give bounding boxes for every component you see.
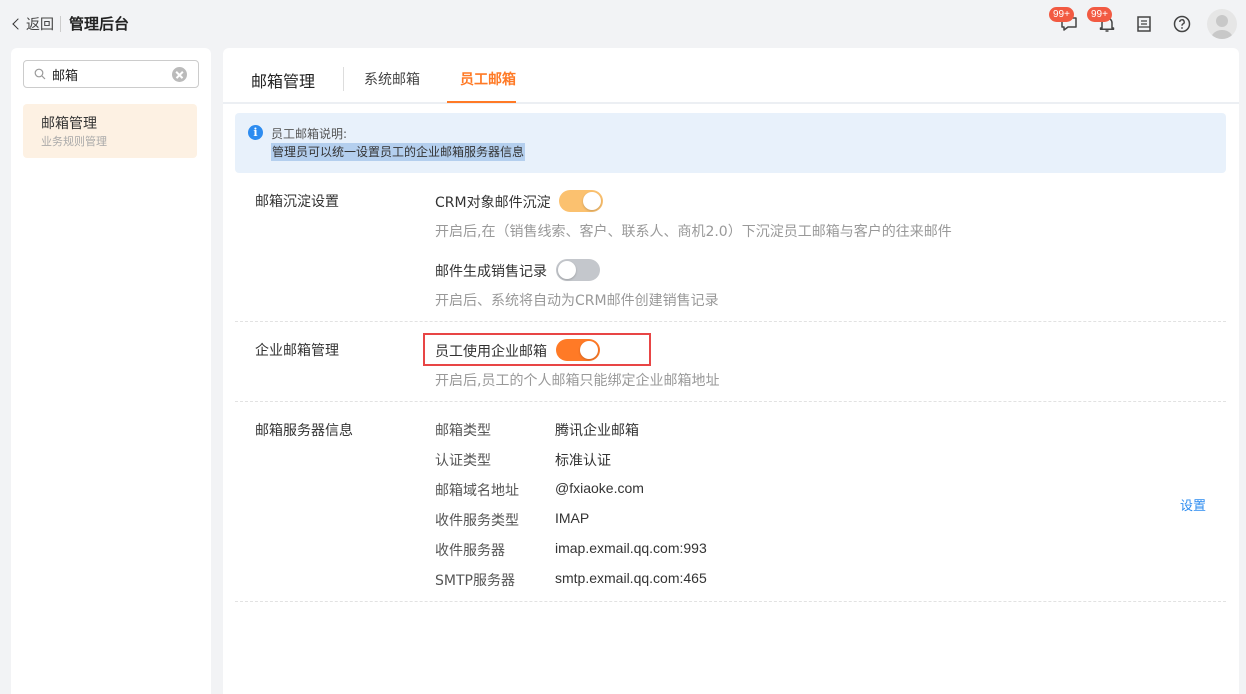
option-label-enterprise-mailbox: 员工使用企业邮箱 <box>435 344 547 360</box>
toggle-knob <box>583 192 601 210</box>
back-label: 返回 <box>26 17 54 33</box>
page-title: 管理后台 <box>69 15 130 33</box>
tab-employee-mailbox[interactable]: 员工邮箱 <box>460 69 516 89</box>
section-label-server: 邮箱服务器信息 <box>255 423 353 439</box>
back-button[interactable]: 返回 <box>10 14 54 34</box>
chat-badge: 99+ <box>1049 7 1074 22</box>
top-bar: 返回 管理后台 99+ 99+ <box>0 0 1246 48</box>
server-settings-link[interactable]: 设置 <box>1180 495 1206 514</box>
server-value-inbound-type: IMAP <box>555 510 590 526</box>
notice-title: 员工邮箱说明: <box>271 127 348 141</box>
server-value-type: 腾讯企业邮箱 <box>555 423 639 439</box>
server-value-auth: 标准认证 <box>555 453 611 469</box>
main-panel: 邮箱管理 系统邮箱 员工邮箱 i 员工邮箱说明: 管理员可以统一设置员工的企业邮… <box>223 48 1239 694</box>
tab-bar: 邮箱管理 系统邮箱 员工邮箱 <box>223 48 1239 104</box>
info-notice: i 员工邮箱说明: 管理员可以统一设置员工的企业邮箱服务器信息 <box>235 113 1226 173</box>
header-divider <box>60 16 61 32</box>
section-divider <box>235 601 1226 602</box>
tab-divider <box>343 67 344 91</box>
info-icon: i <box>248 125 263 140</box>
enterprise-mailbox-toggle[interactable] <box>556 339 600 361</box>
sidebar: 邮箱管理 业务规则管理 <box>11 48 211 694</box>
search-icon <box>34 68 46 80</box>
option-label-crm-sync: CRM对象邮件沉淀 <box>435 195 551 211</box>
search-input[interactable] <box>52 65 172 83</box>
option-label-sales-record: 邮件生成销售记录 <box>435 264 547 280</box>
server-key-type: 邮箱类型 <box>435 423 491 439</box>
server-key-auth: 认证类型 <box>435 453 491 469</box>
server-key-smtp: SMTP服务器 <box>435 573 515 589</box>
avatar[interactable] <box>1207 9 1237 39</box>
bell-icon[interactable]: 99+ <box>1087 7 1117 34</box>
sidebar-item-label: 邮箱管理 <box>41 116 97 132</box>
chat-icon[interactable]: 99+ <box>1049 7 1079 34</box>
crm-sync-toggle[interactable] <box>559 190 603 212</box>
server-key-domain: 邮箱域名地址 <box>435 483 519 499</box>
sales-record-toggle[interactable] <box>556 259 600 281</box>
option-desc-enterprise-mailbox: 开启后,员工的个人邮箱只能绑定企业邮箱地址 <box>435 373 720 389</box>
toggle-knob <box>580 341 598 359</box>
clear-icon[interactable] <box>172 67 187 82</box>
toggle-knob <box>558 261 576 279</box>
option-desc-sales-record: 开启后、系统将自动为CRM邮件创建销售记录 <box>435 293 719 309</box>
bell-badge: 99+ <box>1087 7 1112 22</box>
server-value-inbound-server: imap.exmail.qq.com:993 <box>555 540 707 556</box>
sidebar-item-mailbox-management[interactable]: 邮箱管理 业务规则管理 <box>23 104 197 158</box>
server-value-domain: @fxiaoke.com <box>555 480 644 496</box>
chevron-left-icon <box>12 18 24 30</box>
section-label-sync: 邮箱沉淀设置 <box>255 194 339 210</box>
section-divider <box>235 321 1226 322</box>
section-divider <box>235 401 1226 402</box>
active-tab-indicator <box>447 101 516 103</box>
tab-system-mailbox[interactable]: 系统邮箱 <box>364 69 420 89</box>
option-desc-crm-sync: 开启后,在（销售线索、客户、联系人、商机2.0）下沉淀员工邮箱与客户的往来邮件 <box>435 224 952 240</box>
server-key-inbound-type: 收件服务类型 <box>435 513 519 529</box>
notice-body: 管理员可以统一设置员工的企业邮箱服务器信息 <box>271 143 526 161</box>
search-box[interactable] <box>23 60 199 88</box>
sidebar-item-subtitle: 业务规则管理 <box>41 135 107 148</box>
main-title: 邮箱管理 <box>251 72 316 91</box>
help-icon[interactable] <box>1172 14 1192 34</box>
server-key-inbound-server: 收件服务器 <box>435 543 505 559</box>
inbox-icon[interactable] <box>1134 14 1154 34</box>
server-value-smtp: smtp.exmail.qq.com:465 <box>555 570 707 586</box>
section-label-enterprise: 企业邮箱管理 <box>255 343 339 359</box>
